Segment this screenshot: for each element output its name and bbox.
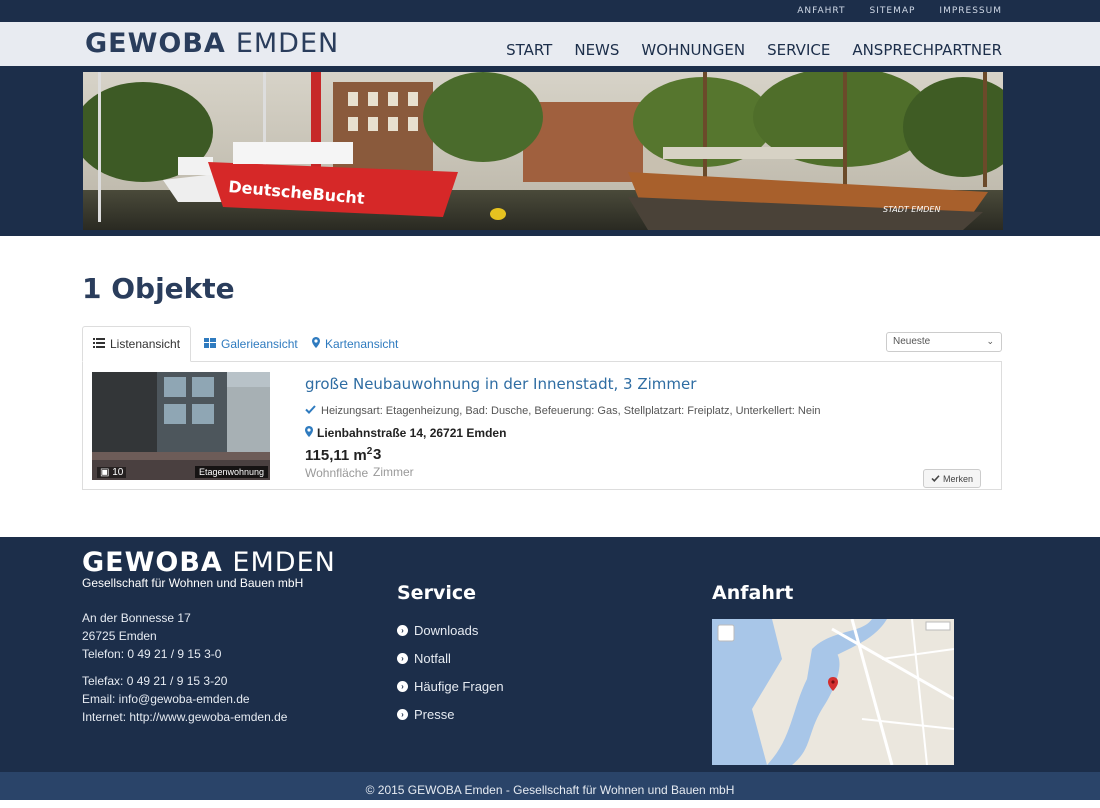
link-label: Downloads [414,622,479,638]
listing-title-link[interactable]: große Neubauwohnung in der Innenstadt, 3… [305,375,696,393]
chevron-right-icon: › [397,708,408,720]
footer-link-haeufige-fragen[interactable]: › Häufige Fragen [397,672,504,700]
email-line[interactable]: Email: info@gewoba-emden.de [82,690,287,708]
list-icon [93,327,105,361]
photo-count: 10 [112,467,124,478]
nav-ansprechpartner[interactable]: ANSPRECHPARTNER [852,41,1002,59]
rooms-stat: 3 Zimmer [373,446,414,479]
listing-card: ▣ 10 Etagenwohnung große Neubauwohnung i… [82,361,1002,490]
nav-wohnungen[interactable]: WOHNUNGEN [641,41,745,59]
listing-address: Lienbahnstraße 14, 26721 Emden [305,426,506,440]
logo-part1: GEWOBA [85,28,226,59]
chevron-down-icon: ⌄ [986,336,994,346]
footer-service-links: › Downloads › Notfall › Häufige Fragen › Pre… [397,616,504,728]
property-type-badge: Etagenwohnung [194,466,268,478]
address-line: 26725 Emden [82,629,157,643]
nav-news[interactable]: NEWS [574,41,619,59]
tab-galerieansicht[interactable]: Galerieansicht [194,326,308,362]
area-value: 115,11 m [305,447,367,464]
footer-logo-subtitle: Gesellschaft für Wohnen und Bauen mbH [82,576,304,590]
footer-link-notfall[interactable]: › Notfall [397,644,504,672]
tab-label-galerieansicht: Galerieansicht [221,337,298,351]
area-stat: 115,11 m2 Wohnfläche [305,446,372,480]
footer-link-presse[interactable]: › Presse [397,700,504,728]
chevron-right-icon: › [397,680,408,692]
grid-icon [204,327,216,361]
footer-service-title: Service [397,582,476,604]
site-header: GEWOBA EMDEN START NEWS WOHNUNGEN SERVIC… [0,22,1100,68]
tab-kartenansicht[interactable]: Kartenansicht [302,326,408,362]
link-label: Häufige Fragen [414,678,504,694]
check-icon [931,474,940,484]
topbar-link-anfahrt[interactable]: ANFAHRT [797,6,845,16]
check-icon [305,405,316,417]
footer-logo-part1: GEWOBA [82,547,223,578]
listing-thumbnail[interactable]: ▣ 10 Etagenwohnung [92,372,270,480]
tab-label-kartenansicht: Kartenansicht [325,337,399,351]
banner-section: DeutscheBucht STADT EMDEN [0,68,1100,236]
chevron-right-icon: › [397,652,408,664]
boat-name-text: STADT EMDEN [883,205,940,214]
fax-line: Telefax: 0 49 21 / 9 15 3-20 [82,674,228,688]
phone-line: Telefon: 0 49 21 / 9 15 3-0 [82,647,222,661]
photo-count-badge: ▣ 10 [97,467,127,478]
listing-features: Heizungsart: Etagenheizung, Bad: Dusche,… [305,405,821,417]
topbar-link-impressum[interactable]: IMPRESSUM [939,6,1002,16]
footer-logo: GEWOBA EMDEN Gesellschaft für Wohnen und… [82,547,336,590]
map-marker-icon [305,426,313,440]
main-nav: START NEWS WOHNUNGEN SERVICE ANSPRECHPAR… [506,41,1002,59]
chevron-right-icon: › [397,624,408,636]
merken-label: Merken [942,473,973,484]
tab-listenansicht[interactable]: Listenansicht [82,326,192,362]
footer-link-downloads[interactable]: › Downloads [397,616,504,644]
footer-logo-part2: EMDEN [232,547,336,578]
map-marker-icon [312,327,320,361]
footer-map[interactable] [712,619,954,765]
site-logo[interactable]: GEWOBA EMDEN [85,28,339,59]
link-label: Notfall [414,650,451,666]
area-unit-sup: 2 [366,446,373,457]
main-content: 1 Objekte Listenansicht Galerieansicht K… [0,236,1100,537]
footer-anfahrt-title: Anfahrt [712,582,794,604]
nav-service[interactable]: SERVICE [767,41,830,59]
page-title: 1 Objekte [82,272,235,305]
sort-select[interactable]: Neueste ⌄ [886,332,1002,352]
area-label: Wohnfläche [305,466,369,480]
address-line: An der Bonnesse 17 [82,611,191,625]
nav-start[interactable]: START [506,41,552,59]
tab-label-listenansicht: Listenansicht [110,337,181,351]
logo-part2: EMDEN [235,28,340,59]
rooms-value: 3 [373,446,382,463]
features-text: Heizungsart: Etagenheizung, Bad: Dusche,… [321,405,821,417]
merken-button[interactable]: Merken [923,469,981,488]
topbar-link-sitemap[interactable]: SITEMAP [870,6,916,16]
link-label: Presse [414,706,455,722]
top-utility-bar: ANFAHRT SITEMAP IMPRESSUM [0,0,1100,22]
copyright-bar: © 2015 GEWOBA Emden - Gesellschaft für W… [0,772,1100,800]
website-line[interactable]: Internet: http://www.gewoba-emden.de [82,708,287,726]
harbor-banner-image: DeutscheBucht STADT EMDEN [83,72,1003,230]
sort-value: Neueste [893,336,931,347]
footer-address: An der Bonnesse 17 26725 Emden Telefon: … [82,609,287,726]
rooms-label: Zimmer [373,465,414,479]
camera-icon: ▣ [100,467,110,478]
site-footer: GEWOBA EMDEN Gesellschaft für Wohnen und… [0,537,1100,772]
address-text: Lienbahnstraße 14, 26721 Emden [317,426,507,440]
view-tabs: Listenansicht Galerieansicht Kartenansic… [82,326,1002,362]
